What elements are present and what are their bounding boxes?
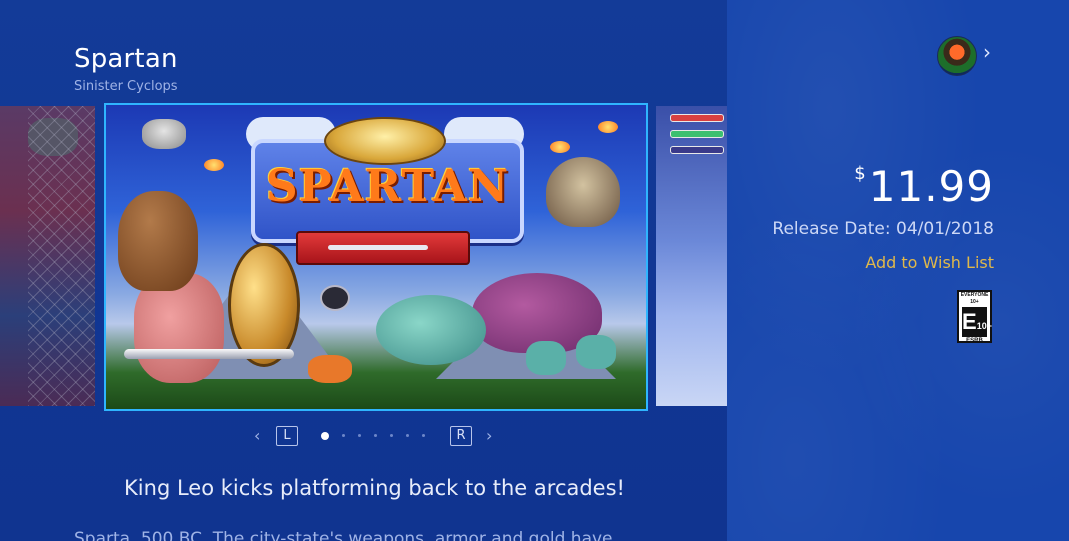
hero-helmet-sprite xyxy=(118,191,198,291)
page-dot[interactable] xyxy=(321,432,329,440)
rock-shape xyxy=(28,118,78,156)
publisher-name: Sinister Cyclops xyxy=(74,79,178,94)
screenshot-previous[interactable] xyxy=(0,106,95,406)
user-avatar-icon[interactable] xyxy=(937,36,977,76)
game-logo-text: SPARTAN xyxy=(265,161,510,212)
fireball-sprite xyxy=(204,159,224,171)
sword-sprite xyxy=(124,349,294,359)
hud-energy-bar xyxy=(670,130,724,138)
l-button-icon[interactable]: L xyxy=(276,426,298,446)
esrb-sub: 10+ xyxy=(976,321,992,331)
chevron-right-icon[interactable]: › xyxy=(486,426,492,445)
fireball-sprite xyxy=(598,121,618,133)
turtle-leg-sprite xyxy=(576,335,616,369)
logo-ribbon xyxy=(296,231,470,265)
chevron-left-icon[interactable]: ‹ xyxy=(254,426,260,445)
page-dot[interactable] xyxy=(406,434,409,437)
game-tagline: King Leo kicks platforming back to the a… xyxy=(124,476,625,500)
hud-health-bar xyxy=(670,114,724,122)
turtle-head-sprite xyxy=(376,295,486,365)
hud-gold-bar xyxy=(670,146,724,154)
game-title: Spartan xyxy=(74,44,178,74)
page-dot[interactable] xyxy=(422,434,425,437)
owl-sprite xyxy=(546,157,620,227)
page-dot[interactable] xyxy=(390,434,393,437)
spider-sprite xyxy=(320,285,350,311)
page-dot[interactable] xyxy=(342,434,345,437)
esrb-letter-text: E xyxy=(962,309,977,334)
r-button-icon[interactable]: R xyxy=(450,426,472,446)
turtle-leg-sprite xyxy=(526,341,566,375)
chevron-right-icon[interactable]: › xyxy=(983,40,991,64)
add-to-wishlist-link[interactable]: Add to Wish List xyxy=(865,253,994,272)
game-description: Sparta, 500 BC. The city-state's weapons… xyxy=(74,529,613,541)
price-value: 11.99 xyxy=(868,162,994,211)
currency-symbol: $ xyxy=(854,163,867,184)
release-date: Release Date: 04/01/2018 xyxy=(772,219,994,239)
esrb-top-text: EVERYONE 10+ xyxy=(960,292,989,305)
owl-small-sprite xyxy=(142,119,186,149)
eshop-game-page: Spartan Sinister Cyclops SPARTAN ‹ L R ›… xyxy=(0,0,1069,541)
price: $11.99 xyxy=(854,162,994,211)
main-panel: Spartan Sinister Cyclops SPARTAN ‹ L R ›… xyxy=(0,0,727,541)
esrb-board: ESRB xyxy=(966,338,983,344)
esrb-letter: E10+ xyxy=(962,307,992,337)
logo-shield xyxy=(324,117,446,165)
page-dot[interactable] xyxy=(374,434,377,437)
fireball-sprite xyxy=(550,141,570,153)
esrb-rating-badge: EVERYONE 10+ E10+ ESRB xyxy=(957,290,992,344)
screenshot-next[interactable] xyxy=(656,106,727,406)
screenshot-selected[interactable]: SPARTAN xyxy=(104,103,648,411)
page-dot[interactable] xyxy=(358,434,361,437)
pot-sprite xyxy=(308,355,352,383)
